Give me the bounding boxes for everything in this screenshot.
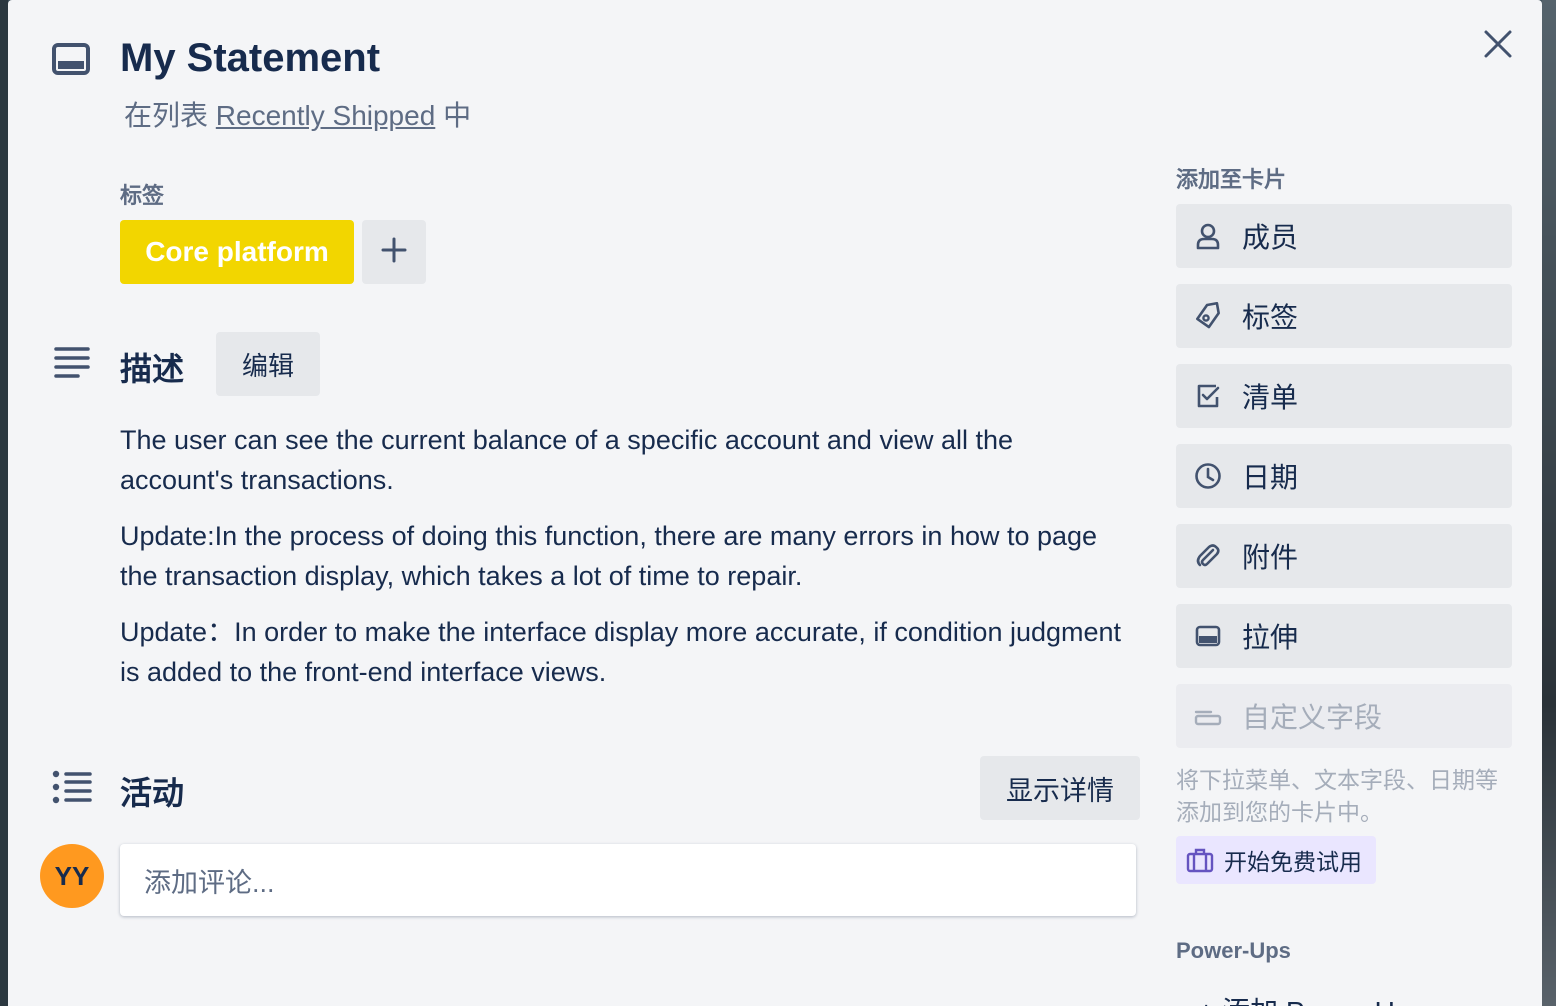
description-body[interactable]: The user can see the current balance of … — [120, 420, 1130, 708]
card-detail-window: My Statement 在列表 Recently Shipped 中 标签 C… — [8, 0, 1542, 1006]
description-paragraph: Update:In the process of doing this func… — [120, 521, 1098, 591]
card-title[interactable]: My Statement — [120, 36, 380, 81]
labels-heading: 标签 — [120, 183, 165, 208]
tag-icon — [1194, 302, 1222, 330]
custom-fields-button[interactable]: 自定义字段 — [1176, 684, 1512, 748]
list-name-link[interactable]: Recently Shipped — [216, 100, 435, 131]
board-backdrop-strip — [0, 0, 8, 1006]
labels-button-label: 标签 — [1242, 302, 1299, 333]
comment-input[interactable]: 添加评论... — [120, 844, 1136, 916]
cover-button[interactable]: 拉伸 — [1176, 604, 1512, 668]
checklist-button-label: 清单 — [1242, 382, 1299, 413]
card-cover-icon — [1194, 622, 1222, 650]
activity-icon — [52, 770, 92, 804]
description-icon — [54, 346, 90, 378]
briefcase-icon — [1186, 846, 1214, 874]
checklist-icon — [1194, 382, 1222, 410]
add-label-button[interactable] — [362, 220, 426, 284]
description-paragraph: The user can see the current balance of … — [120, 425, 1014, 495]
start-free-trial-label: 开始免费试用 — [1224, 849, 1362, 875]
add-powerups-button[interactable]: + 添加 Power-Ups — [1198, 990, 1424, 1006]
start-free-trial-button[interactable]: 开始免费试用 — [1176, 836, 1376, 884]
board-backdrop-right — [1542, 0, 1556, 1006]
powerups-heading: Power-Ups — [1176, 938, 1291, 963]
custom-fields-hint: 将下拉菜单、文本字段、日期等添加到您的卡片中。 — [1176, 767, 1498, 825]
dates-button[interactable]: 日期 — [1176, 444, 1512, 508]
attachment-button[interactable]: 附件 — [1176, 524, 1512, 588]
members-button[interactable]: 成员 — [1176, 204, 1512, 268]
close-icon[interactable] — [1478, 24, 1518, 64]
person-icon — [1194, 222, 1222, 250]
cover-button-label: 拉伸 — [1242, 622, 1299, 653]
add-to-card-heading: 添加至卡片 — [1176, 167, 1287, 192]
card-icon — [52, 42, 90, 76]
edit-description-button[interactable]: 编辑 — [216, 332, 320, 396]
labels-button[interactable]: 标签 — [1176, 284, 1512, 348]
dates-button-label: 日期 — [1242, 462, 1299, 493]
custom-field-icon — [1194, 702, 1222, 730]
activity-heading: 活动 — [120, 775, 185, 811]
label-chip-core-platform[interactable]: Core platform — [120, 220, 354, 284]
plus-icon — [380, 236, 408, 269]
members-button-label: 成员 — [1242, 222, 1299, 253]
in-list-prefix: 在列表 — [124, 100, 209, 131]
custom-fields-button-label: 自定义字段 — [1242, 702, 1383, 733]
show-details-button[interactable]: 显示详情 — [980, 756, 1140, 820]
checklist-button[interactable]: 清单 — [1176, 364, 1512, 428]
in-list-line: 在列表 Recently Shipped 中 — [124, 94, 471, 134]
description-heading: 描述 — [120, 351, 185, 387]
attachment-button-label: 附件 — [1242, 542, 1299, 573]
paperclip-icon — [1194, 542, 1222, 570]
description-paragraph: Update：In order to make the interface di… — [120, 617, 1122, 687]
in-list-suffix: 中 — [443, 100, 472, 131]
avatar[interactable]: YY — [40, 844, 104, 908]
clock-icon — [1194, 462, 1222, 490]
